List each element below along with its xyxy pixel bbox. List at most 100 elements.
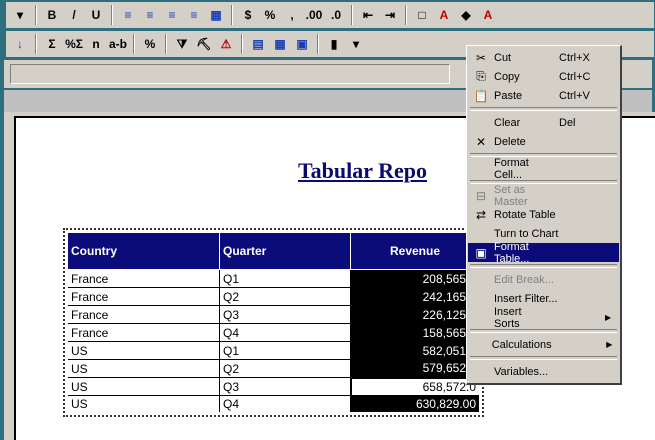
number-format-icon[interactable]: %: [140, 34, 160, 54]
alerter-icon[interactable]: ⚠: [216, 34, 236, 54]
justify-icon[interactable]: ≡: [184, 5, 204, 25]
sort-icon[interactable]: ↓: [10, 34, 30, 54]
menu-format-cell[interactable]: Format Cell...: [468, 157, 619, 181]
toolbar-separator: [351, 5, 353, 25]
table-row[interactable]: US Q1 582,051.0: [66, 341, 481, 360]
cell-country[interactable]: US: [66, 359, 220, 378]
menu-cut-icon: ✂: [475, 50, 487, 65]
cell-quarter[interactable]: Q1: [219, 341, 351, 360]
cell-quarter[interactable]: Q4: [219, 395, 351, 414]
chart-dropdown-icon[interactable]: ▾: [346, 34, 366, 54]
text-case-icon[interactable]: a-b: [108, 34, 128, 54]
menu-delete[interactable]: ✕ Delete: [468, 132, 619, 151]
menu-rotate-table-label: Rotate Table: [494, 208, 556, 221]
cell-quarter[interactable]: Q3: [219, 377, 351, 396]
merge-icon[interactable]: ▦: [206, 5, 226, 25]
menu-calculations[interactable]: Calculations ▶: [468, 335, 619, 354]
dropdown-arrow-icon[interactable]: ▾: [10, 5, 30, 25]
menu-cut[interactable]: ✂ Cut Ctrl+X: [468, 48, 619, 67]
cell-revenue[interactable]: 242,165.0: [350, 287, 481, 306]
cell-revenue[interactable]: 579,652.0: [350, 359, 481, 378]
cell-quarter[interactable]: Q3: [219, 305, 351, 324]
table-row[interactable]: US Q2 579,652.0: [66, 359, 481, 378]
cell-revenue[interactable]: 630,829.00: [350, 395, 481, 414]
cell-revenue[interactable]: 226,125.0: [350, 305, 481, 324]
menu-clear[interactable]: Clear Del: [468, 113, 619, 132]
align-left-icon[interactable]: ≡: [118, 5, 138, 25]
menu-copy[interactable]: ⎘ Copy Ctrl+C: [468, 67, 619, 86]
cell-revenue[interactable]: 158,565.0: [350, 323, 481, 342]
cell-country[interactable]: France: [66, 305, 220, 324]
menu-cut-shortcut: Ctrl+X: [559, 51, 590, 64]
percentage-sum-icon[interactable]: %Σ: [64, 34, 84, 54]
toolbar-separator: [231, 5, 233, 25]
drill-icon[interactable]: ⛏: [194, 34, 214, 54]
cell-revenue[interactable]: 208,565.0: [350, 269, 481, 288]
table-icon[interactable]: ▤: [248, 34, 268, 54]
column-header-country[interactable]: Country: [66, 231, 220, 270]
menu-paste[interactable]: 📋 Paste Ctrl+V: [468, 86, 619, 105]
filter-icon[interactable]: ⧩: [172, 34, 192, 54]
count-icon[interactable]: n: [86, 34, 106, 54]
menu-rotate-table-icon: ⇄: [475, 207, 487, 222]
column-header-revenue[interactable]: Revenue: [350, 231, 481, 270]
menu-format-table[interactable]: ▣ Format Table...: [468, 241, 619, 265]
cell-quarter[interactable]: Q2: [219, 359, 351, 378]
highlight-icon[interactable]: ◆: [456, 5, 476, 25]
indent-icon[interactable]: ⇥: [380, 5, 400, 25]
cell-quarter[interactable]: Q4: [219, 323, 351, 342]
report-title[interactable]: Tabular Repo: [298, 158, 427, 184]
column-header-quarter[interactable]: Quarter: [219, 231, 351, 270]
sum-icon[interactable]: Σ: [42, 34, 62, 54]
underline-button[interactable]: U: [86, 5, 106, 25]
table-row[interactable]: France Q3 226,125.0: [66, 305, 481, 324]
font-color-icon[interactable]: A: [478, 5, 498, 25]
formula-input[interactable]: [10, 64, 450, 84]
menu-variables-label: Variables...: [494, 365, 549, 378]
menu-insert-filter-label: Insert Filter...: [494, 292, 558, 305]
comma-button[interactable]: ,: [282, 5, 302, 25]
cell-country[interactable]: France: [66, 323, 220, 342]
fill-color-icon[interactable]: A: [434, 5, 454, 25]
menu-paste-label: Paste: [494, 89, 523, 102]
cell-country[interactable]: US: [66, 377, 220, 396]
align-center-icon[interactable]: ≡: [140, 5, 160, 25]
increase-decimal-button[interactable]: .00: [304, 5, 324, 25]
menu-separator: [468, 354, 619, 362]
menu-set-as-master-label: Set as Master: [494, 183, 528, 208]
percent-button[interactable]: %: [260, 5, 280, 25]
currency-button[interactable]: $: [238, 5, 258, 25]
cell-quarter[interactable]: Q1: [219, 269, 351, 288]
report-table[interactable]: Country Quarter Revenue France Q1 208,565.…: [63, 228, 484, 417]
menu-set-as-master[interactable]: ⊟ Set as Master: [468, 183, 619, 208]
cell-country[interactable]: France: [66, 287, 220, 306]
table-row[interactable]: US Q4 630,829.00: [66, 395, 481, 414]
cell-revenue[interactable]: 658,572.0: [349, 376, 482, 397]
outdent-icon[interactable]: ⇤: [358, 5, 378, 25]
table-row[interactable]: France Q4 158,565.0: [66, 323, 481, 342]
menu-variables[interactable]: Variables...: [468, 362, 619, 381]
table-row[interactable]: US Q3 658,572.0: [66, 376, 482, 397]
align-right-icon[interactable]: ≡: [162, 5, 182, 25]
cell-country[interactable]: US: [66, 395, 220, 414]
decrease-decimal-button[interactable]: .0: [326, 5, 346, 25]
menu-rotate-table[interactable]: ⇄ Rotate Table: [468, 205, 619, 224]
borders-icon[interactable]: □: [412, 5, 432, 25]
cell-quarter[interactable]: Q2: [219, 287, 351, 306]
menu-edit-break[interactable]: Edit Break...: [468, 270, 619, 289]
bold-button[interactable]: B: [42, 5, 62, 25]
cell-revenue[interactable]: 582,051.0: [350, 341, 481, 360]
toolbar-separator: [111, 5, 113, 25]
chart-icon[interactable]: ▮: [324, 34, 344, 54]
menu-edit-break-label: Edit Break...: [494, 273, 554, 286]
menu-insert-sorts[interactable]: Insert Sorts ▶: [468, 306, 619, 330]
italic-button[interactable]: /: [64, 5, 84, 25]
table-row[interactable]: France Q2 242,165.0: [66, 287, 481, 306]
cell-country[interactable]: France: [66, 269, 220, 288]
crosstab-icon[interactable]: ▦: [270, 34, 290, 54]
cell-country[interactable]: US: [66, 341, 220, 360]
menu-copy-icon: ⎘: [476, 69, 486, 83]
format-table-icon[interactable]: ▣: [292, 34, 312, 54]
table-row[interactable]: France Q1 208,565.0: [66, 269, 481, 288]
submenu-arrow-icon: ▶: [605, 313, 612, 322]
